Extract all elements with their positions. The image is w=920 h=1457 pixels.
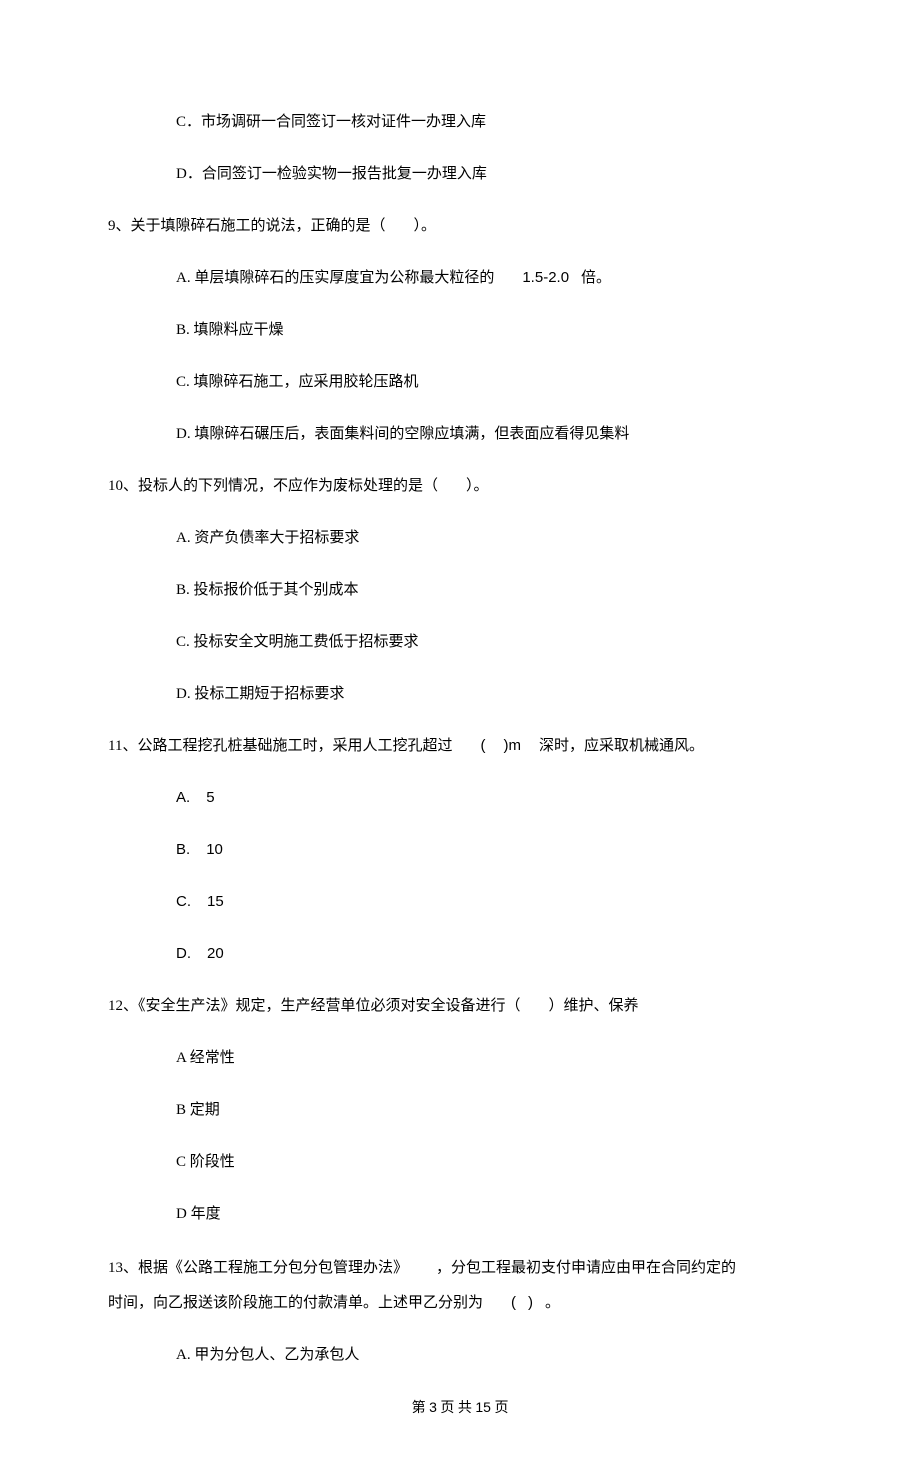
option-text: A. 资产负债率大于招标要求 <box>176 530 359 546</box>
question-11: 11、公路工程挖孔桩基础施工时，采用人工挖孔超过 ( )m 深时，应采取机械通风。 <box>108 734 812 758</box>
option-value: 10 <box>206 841 223 858</box>
option-text: C. 投标安全文明施工费低于招标要求 <box>176 634 419 650</box>
footer-text: 页 共 <box>440 1401 472 1416</box>
option-b: B. 投标报价低于其个别成本 <box>176 578 812 602</box>
option-c: C．市场调研一合同签订一核对证件一办理入库 <box>176 110 812 134</box>
blank-right: ) <box>528 1294 533 1311</box>
question-9: 9、关于填隙碎石施工的说法，正确的是（ ）。 <box>108 214 812 238</box>
question-stem: ）。 <box>466 478 489 494</box>
option-label: A. <box>176 789 190 806</box>
total-pages: 15 <box>475 1399 491 1415</box>
blank-left: ( <box>511 1294 516 1311</box>
option-a: A. 5 <box>176 786 812 810</box>
option-text: D. 填隙碎石碾压后，表面集料间的空隙应填满，但表面应看得见集料 <box>176 426 629 442</box>
option-text: D. 投标工期短于招标要求 <box>176 686 344 702</box>
question-stem: ，分包工程最初支付申请应由甲在合同约定的 <box>436 1260 736 1276</box>
document-page: C．市场调研一合同签订一核对证件一办理入库 D．合同签订一检验实物一报告批复一办… <box>0 0 920 1457</box>
option-d: D. 填隙碎石碾压后，表面集料间的空隙应填满，但表面应看得见集料 <box>176 422 812 446</box>
footer-text: 第 <box>412 1401 426 1416</box>
option-c: C. 投标安全文明施工费低于招标要求 <box>176 630 812 654</box>
question-stem: 9、关于填隙碎石施工的说法，正确的是（ <box>108 218 386 234</box>
option-text: A. 单层填隙碎石的压实厚度宜为公称最大粒径的 <box>176 270 494 286</box>
option-text: A 经常性 <box>176 1050 235 1066</box>
option-c: C. 填隙碎石施工，应采用胶轮压路机 <box>176 370 812 394</box>
option-a: A. 甲为分包人、乙为承包人 <box>176 1343 812 1367</box>
option-text: B 定期 <box>176 1102 220 1118</box>
option-d: D. 20 <box>176 942 812 966</box>
question-stem: ）维护、保养 <box>549 998 639 1014</box>
option-label: B. <box>176 841 190 858</box>
option-label: C. <box>176 893 191 910</box>
page-number: 3 <box>429 1399 437 1415</box>
option-a: A 经常性 <box>176 1046 812 1070</box>
option-text: D．合同签订一检验实物一报告批复一办理入库 <box>176 166 487 182</box>
option-value: 15 <box>207 893 224 910</box>
blank-right: )m <box>503 737 521 754</box>
blank-left: ( <box>480 737 485 754</box>
question-stem: 12、《安全生产法》规定，生产经营单位必须对安全设备进行（ <box>108 998 521 1014</box>
question-10: 10、投标人的下列情况，不应作为废标处理的是（ ）。 <box>108 474 812 498</box>
option-value: 1.5-2.0 <box>522 269 569 286</box>
page-footer: 第 3 页 共 15 页 <box>108 1397 812 1417</box>
question-stem: 11、公路工程挖孔桩基础施工时，采用人工挖孔超过 <box>108 738 452 754</box>
option-a: A. 资产负债率大于招标要求 <box>176 526 812 550</box>
question-stem: ）。 <box>414 218 437 234</box>
option-text: C．市场调研一合同签订一核对证件一办理入库 <box>176 114 486 130</box>
question-12: 12、《安全生产法》规定，生产经营单位必须对安全设备进行（ ）维护、保养 <box>108 994 812 1018</box>
question-13: 13、根据《公路工程施工分包分包管理办法》 ，分包工程最初支付申请应由甲在合同约定… <box>108 1254 812 1283</box>
option-text: C. 填隙碎石施工，应采用胶轮压路机 <box>176 374 419 390</box>
option-b: B. 10 <box>176 838 812 862</box>
question-stem: 深时，应采取机械通风。 <box>539 738 704 754</box>
option-text: B. 投标报价低于其个别成本 <box>176 582 359 598</box>
option-a: A. 单层填隙碎石的压实厚度宜为公称最大粒径的 1.5-2.0 倍。 <box>176 266 812 290</box>
option-text: A. 甲为分包人、乙为承包人 <box>176 1347 359 1363</box>
option-c: C 阶段性 <box>176 1150 812 1174</box>
option-label: D. <box>176 945 191 962</box>
option-text: B. 填隙料应干燥 <box>176 322 284 338</box>
footer-text: 页 <box>494 1401 508 1416</box>
option-d: D．合同签订一检验实物一报告批复一办理入库 <box>176 162 812 186</box>
option-value: 5 <box>206 789 214 806</box>
question-stem: 10、投标人的下列情况，不应作为废标处理的是（ <box>108 478 438 494</box>
option-value: 20 <box>207 945 224 962</box>
option-text: D 年度 <box>176 1206 221 1222</box>
option-text: C 阶段性 <box>176 1154 235 1170</box>
option-b: B 定期 <box>176 1098 812 1122</box>
option-text: 倍。 <box>581 270 611 286</box>
option-d: D 年度 <box>176 1202 812 1226</box>
question-stem: 13、根据《公路工程施工分包分包管理办法》 <box>108 1260 408 1276</box>
option-d: D. 投标工期短于招标要求 <box>176 682 812 706</box>
option-c: C. 15 <box>176 890 812 914</box>
option-b: B. 填隙料应干燥 <box>176 318 812 342</box>
